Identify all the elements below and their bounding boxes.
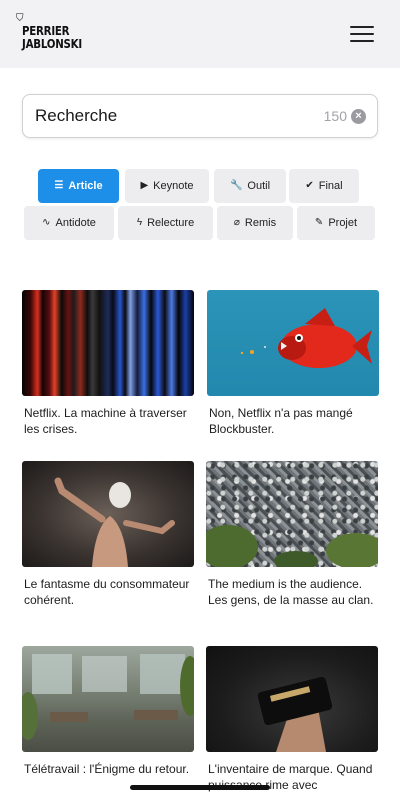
masked-figure-illustration [54,477,175,567]
office-illustration [22,654,194,740]
crowd-illustration [206,525,378,567]
speaker-illustration [257,676,333,752]
article-thumbnail[interactable] [206,646,378,752]
result-count: 150 [323,108,347,124]
app-header: ⛉ PERRIER JABLONSKI [0,0,400,68]
check-circle-icon: ✔ [305,180,314,191]
filter-chip-label: Keynote [153,180,194,192]
clear-icon[interactable]: × [351,109,366,124]
filter-chip-label: Article [68,180,103,192]
search-input[interactable] [35,103,295,129]
article-title[interactable]: Le fantasme du consommateur cohérent. [24,577,194,608]
bolt-icon: ϟ [136,217,143,228]
article-title[interactable]: The medium is the audience. Les gens, de… [208,577,378,608]
paperclip-icon: ⌀ [233,217,240,228]
filter-chip-outil[interactable]: 🔧 Outil [214,169,286,203]
filter-chip-label: Final [318,180,343,192]
play-icon: ▶ [140,180,149,191]
home-indicator [130,785,270,790]
brand-logo[interactable]: ⛉ PERRIER JABLONSKI [16,14,86,52]
article-thumbnail[interactable] [22,461,194,567]
article-thumbnail[interactable] [206,461,378,567]
list-icon: ☰ [54,180,64,191]
article-thumbnail[interactable] [22,646,194,752]
fish-illustration [240,308,372,368]
filter-chip-label: Antidote [55,217,96,229]
article-title[interactable]: Non, Netflix n'a pas mangé Blockbuster. [209,406,379,437]
filter-chip-relecture[interactable]: ϟ Relecture [118,206,213,240]
wrench-icon: 🔧 [229,180,243,191]
article-thumbnail[interactable] [22,290,194,396]
article-title[interactable]: Netflix. La machine à traverser les cris… [24,406,194,437]
search-bar: 150 × [22,94,378,138]
filter-chip-label: Outil [247,180,271,192]
filter-chip-article[interactable]: ☰ Article [38,169,119,203]
filter-chip-antidote[interactable]: ∿ Antidote [24,206,114,240]
filter-chip-label: Relecture [147,217,195,229]
filter-chip-label: Remis [244,217,277,229]
article-title[interactable]: Télétravail : l'Énigme du retour. [24,762,194,778]
hamburger-menu-icon[interactable] [350,24,374,44]
filter-chip-label: Projet [328,217,358,229]
filter-chip-remis[interactable]: ⌀ Remis [217,206,293,240]
brand-line-2: JABLONSKI [22,36,82,51]
wave-icon: ∿ [42,217,51,228]
article-thumbnail[interactable] [207,290,379,396]
filter-chip-projet[interactable]: ✎ Projet [297,206,375,240]
filter-chip-final[interactable]: ✔ Final [289,169,359,203]
pen-icon: ✎ [314,217,324,228]
filter-chip-keynote[interactable]: ▶ Keynote [125,169,209,203]
